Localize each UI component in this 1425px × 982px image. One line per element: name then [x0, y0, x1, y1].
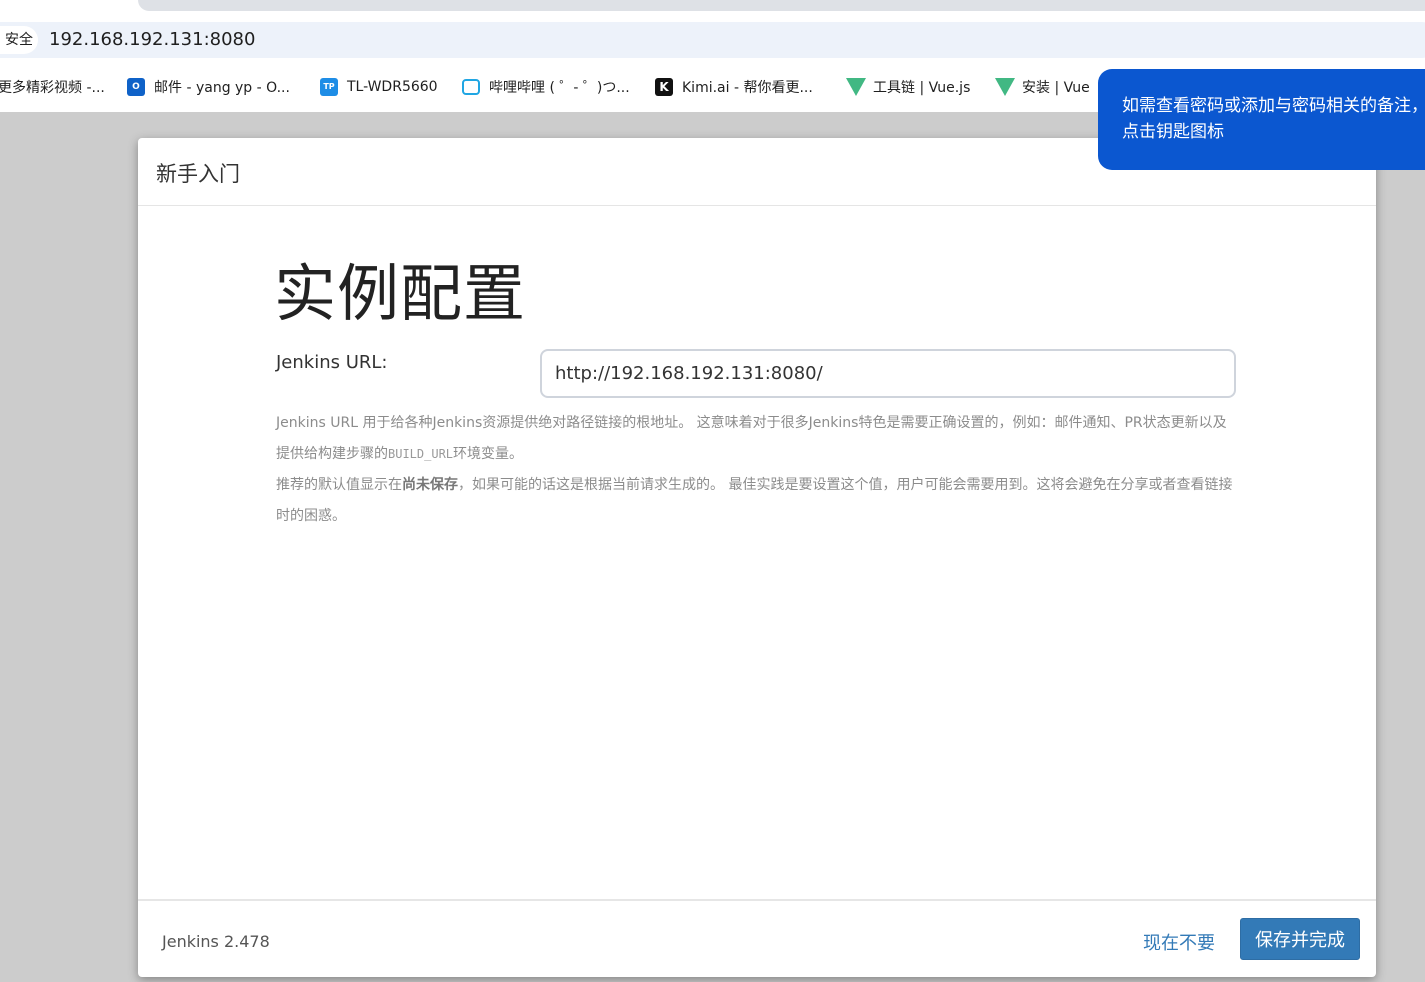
bookmark-bilibili[interactable]: 哔哩哔哩 ( ゜- ゜)つ...: [462, 76, 630, 98]
tooltip-line: 如需查看密码或添加与密码相关的备注，: [1122, 96, 1425, 116]
bookmark-label: 工具链 | Vue.js: [873, 80, 971, 96]
help-text: 环境变量。: [453, 446, 524, 462]
help-paragraph: Jenkins URL 用于给各种Jenkins资源提供绝对路径链接的根地址。 …: [276, 408, 1236, 470]
jenkins-version: Jenkins 2.478: [162, 932, 270, 951]
dialog-title: 新手入门: [156, 162, 240, 186]
jenkins-url-help: Jenkins URL 用于给各种Jenkins资源提供绝对路径链接的根地址。 …: [276, 408, 1236, 532]
help-emphasis: 尚未保存: [402, 477, 458, 493]
help-paragraph: 推荐的默认值显示在尚未保存，如果可能的话这是根据当前请求生成的。 最佳实践是要设…: [276, 470, 1236, 532]
bookmark-label: 安装 | Vue: [1022, 80, 1090, 96]
tooltip-line: 点击钥匙图标: [1122, 122, 1224, 142]
bookmark-videos[interactable]: 更多精彩视频 -...: [0, 76, 105, 98]
jenkins-url-label: Jenkins URL:: [276, 352, 388, 373]
kimi-icon: K: [655, 78, 673, 96]
bilibili-icon: [462, 79, 480, 95]
save-and-finish-button[interactable]: 保存并完成: [1240, 918, 1360, 960]
password-key-tooltip: 如需查看密码或添加与密码相关的备注， 点击钥匙图标: [1098, 69, 1425, 170]
bookmark-label: 邮件 - yang yp - O...: [154, 80, 290, 96]
vue-icon: [846, 78, 866, 96]
setup-wizard-dialog: 新手入门 实例配置 Jenkins URL: Jenkins URL 用于给各种…: [138, 138, 1376, 977]
bookmark-label: 哔哩哔哩 ( ゜- ゜)つ...: [489, 80, 630, 96]
security-chip[interactable]: 安全: [0, 26, 38, 54]
bookmark-kimi[interactable]: K Kimi.ai - 帮你看更...: [655, 76, 813, 98]
tab-strip: [0, 0, 1425, 19]
bookmark-label: Kimi.ai - 帮你看更...: [682, 80, 813, 96]
vue-icon: [995, 78, 1015, 96]
build-url-code: BUILD_URL: [388, 447, 454, 461]
dialog-footer: Jenkins 2.478 现在不要 保存并完成: [138, 899, 1376, 979]
jenkins-url-input[interactable]: [540, 349, 1236, 398]
page-heading: 实例配置: [274, 257, 527, 330]
address-bar: 安全 192.168.192.131:8080: [0, 19, 1425, 61]
bookmark-label: 更多精彩视频 -...: [0, 80, 105, 96]
url-text[interactable]: 192.168.192.131:8080: [49, 28, 255, 52]
help-text: 推荐的默认值显示在: [276, 477, 402, 493]
bookmark-label: TL-WDR5660: [347, 79, 438, 95]
bookmark-tplink[interactable]: TP TL-WDR5660: [320, 76, 438, 98]
bookmark-vue-toolchain[interactable]: 工具链 | Vue.js: [846, 76, 970, 98]
bookmark-vue-install[interactable]: 安装 | Vue: [995, 76, 1090, 98]
outlook-icon: O: [127, 78, 145, 96]
skip-button[interactable]: 现在不要: [1143, 929, 1215, 955]
tplink-icon: TP: [320, 78, 338, 96]
bookmark-outlook[interactable]: O 邮件 - yang yp - O...: [127, 76, 290, 98]
tab-strip-background: [138, 0, 1425, 11]
